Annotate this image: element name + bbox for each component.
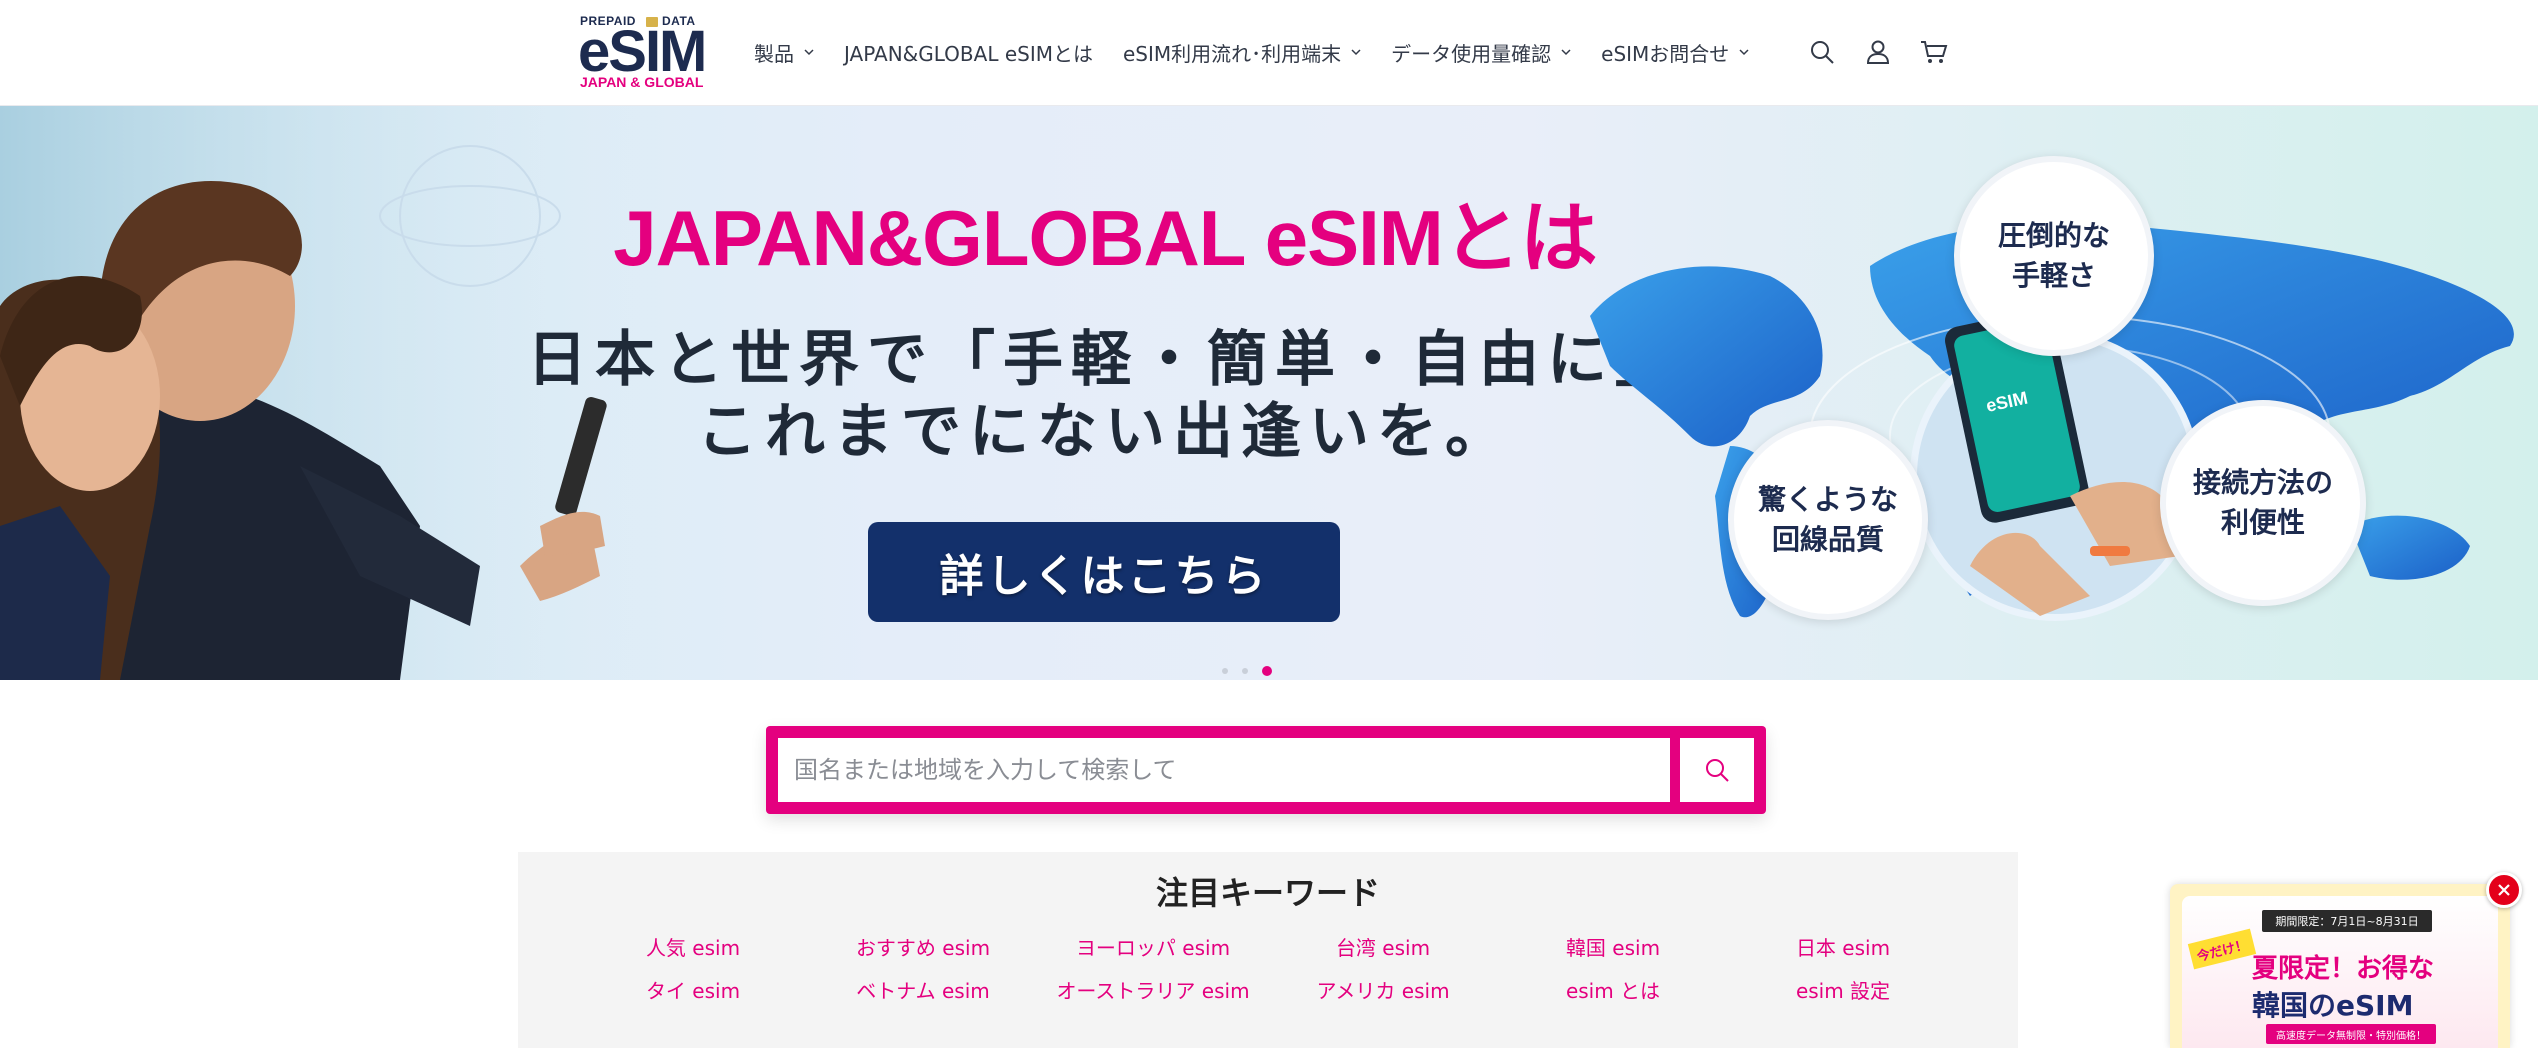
chevron-down-icon <box>1739 49 1749 56</box>
chevron-down-icon <box>804 49 814 56</box>
keyword-link[interactable]: 人気 esim <box>578 932 808 961</box>
keyword-link[interactable]: おすすめ esim <box>808 932 1038 961</box>
keyword-list: 人気 esim おすすめ esim ヨーロッパ esim 台湾 esim 韓国 … <box>578 932 1958 1004</box>
slider-dot-1[interactable] <box>1222 668 1228 674</box>
country-search-input[interactable] <box>778 738 1670 802</box>
nav-item-products[interactable]: 製品 <box>754 38 814 67</box>
keyword-link[interactable]: オーストラリア esim <box>1038 975 1268 1004</box>
esim-logo[interactable]: PREPAID DATA eSIM JAPAN & GLOBAL <box>578 14 708 90</box>
hero-banner[interactable]: JAPAN&GLOBAL eSIMとは 日本と世界で「手軽・簡単・自由に」 これ… <box>0 106 2538 680</box>
close-icon <box>2498 884 2510 896</box>
site-header: PREPAID DATA eSIM JAPAN & GLOBAL 製品 JAPA… <box>0 0 2538 106</box>
feature-bubble-ease: 圧倒的な 手軽さ <box>1954 156 2154 356</box>
featured-keywords: 注目キーワード 人気 esim おすすめ esim ヨーロッパ esim 台湾 … <box>518 852 2018 1048</box>
country-search-bar <box>766 726 1766 814</box>
keyword-link[interactable]: esim とは <box>1498 975 1728 1004</box>
slider-dots <box>1222 666 1286 676</box>
feature-bubble-quality: 驚くような 回線品質 <box>1728 420 1928 620</box>
keyword-link[interactable]: アメリカ esim <box>1268 975 1498 1004</box>
bubble-line: 圧倒的な <box>1997 219 2110 252</box>
promo-close-button[interactable] <box>2486 872 2522 908</box>
nav-item-label: eSIMお問合せ <box>1601 41 1730 66</box>
bubble-line: 驚くような <box>1757 483 1898 516</box>
keyword-link[interactable]: 台湾 esim <box>1268 932 1498 961</box>
logo-esim-text: eSIM <box>578 19 707 84</box>
promo-card: 期間限定：7月1日~8月31日 今だけ！ 夏限定！お得な 韓国のeSIM 高速度… <box>2182 896 2498 1048</box>
keyword-link[interactable]: ヨーロッパ esim <box>1038 932 1268 961</box>
main-nav: 製品 JAPAN&GLOBAL eSIMとは eSIM利用流れ･利用端末 データ… <box>754 36 1779 68</box>
nav-item-data-usage[interactable]: データ使用量確認 <box>1391 38 1571 67</box>
keyword-link[interactable]: esim 設定 <box>1728 975 1958 1004</box>
promo-period-ribbon: 期間限定：7月1日~8月31日 <box>2262 910 2432 932</box>
promo-caption: 高速度データ無制限・特別価格！ <box>2266 1024 2436 1044</box>
account-icon[interactable] <box>1862 36 1894 68</box>
promo-limited-tag: 今だけ！ <box>2187 928 2257 970</box>
bubble-line: 手軽さ <box>2011 259 2096 292</box>
keywords-title: 注目キーワード <box>1155 874 1380 912</box>
cart-icon[interactable] <box>1918 36 1950 68</box>
details-button[interactable]: 詳しくはこちら <box>868 522 1340 622</box>
search-submit-button[interactable] <box>1680 738 1754 802</box>
logo-japan-global-text: JAPAN & GLOBAL <box>580 74 704 90</box>
search-icon[interactable] <box>1806 36 1838 68</box>
promo-product: 韓国のeSIM <box>2252 989 2414 1022</box>
keyword-link[interactable]: 日本 esim <box>1728 932 1958 961</box>
nav-item-about[interactable]: JAPAN&GLOBAL eSIMとは <box>844 38 1093 67</box>
nav-item-label: データ使用量確認 <box>1391 41 1552 66</box>
chevron-down-icon <box>1351 49 1361 56</box>
feature-bubble-convenience: 接続方法の 利便性 <box>2160 400 2366 606</box>
slider-dot-3[interactable] <box>1262 666 1272 676</box>
nav-item-label: 製品 <box>754 41 794 66</box>
chevron-down-icon <box>1561 49 1571 56</box>
nav-item-usage-flow[interactable]: eSIM利用流れ･利用端末 <box>1123 38 1361 67</box>
keyword-link[interactable]: タイ esim <box>578 975 808 1004</box>
header-icons <box>1806 36 1974 68</box>
nav-item-contact[interactable]: eSIMお問合せ <box>1601 38 1749 67</box>
bubble-line: 接続方法の <box>2192 466 2333 499</box>
bubble-line: 回線品質 <box>1771 523 1884 556</box>
promo-headline: 夏限定！お得な <box>2252 954 2435 984</box>
bubble-line: 利便性 <box>2220 506 2305 539</box>
search-icon <box>1706 759 1729 782</box>
keyword-link[interactable]: 韓国 esim <box>1498 932 1728 961</box>
korea-esim-promo-popup[interactable]: 期間限定：7月1日~8月31日 今だけ！ 夏限定！お得な 韓国のeSIM 高速度… <box>2170 884 2510 1048</box>
keyword-link[interactable]: ベトナム esim <box>808 975 1038 1004</box>
nav-item-label: JAPAN&GLOBAL eSIMとは <box>844 41 1093 66</box>
nav-item-label: eSIM利用流れ･利用端末 <box>1122 41 1342 66</box>
slider-dot-2[interactable] <box>1242 668 1248 674</box>
